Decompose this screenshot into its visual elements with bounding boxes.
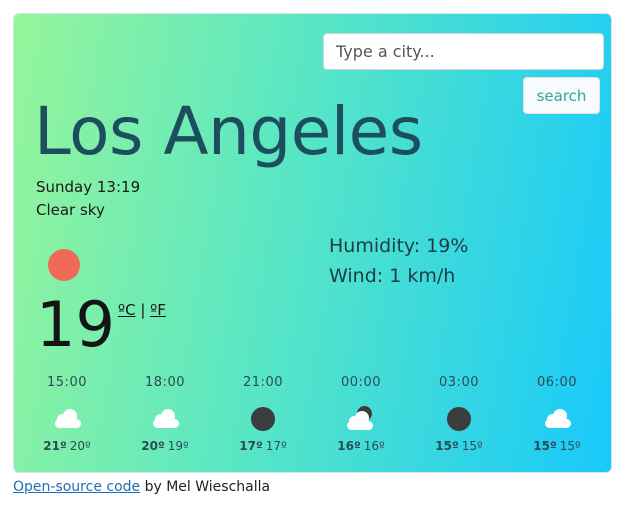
fahrenheit-link[interactable]: ºF: [150, 301, 166, 319]
forecast-item: 18:00 20º 19º: [116, 374, 214, 454]
cloud-icon: [537, 405, 577, 433]
current-temperature: 19: [36, 288, 115, 361]
forecast-max: 20º: [141, 439, 165, 453]
footer: Open-source code by Mel Wieschalla: [13, 479, 270, 495]
forecast-max: 15º: [533, 439, 557, 453]
search-button[interactable]: search: [523, 77, 600, 114]
unit-separator: |: [140, 301, 146, 319]
forecast-temps: 20º 19º: [116, 438, 214, 454]
forecast-min: 19º: [167, 439, 189, 453]
forecast: 15:00 21º 20º 18:00 20º 19º 21:00 17º 17º: [18, 374, 608, 464]
forecast-item: 06:00 15º 15º: [508, 374, 606, 454]
cloud-icon: [47, 405, 87, 433]
city-name: Los Angeles: [34, 93, 423, 170]
forecast-item: 15:00 21º 20º: [18, 374, 116, 454]
forecast-item: 21:00 17º 17º: [214, 374, 312, 454]
cloud-icon: [145, 405, 185, 433]
moon-icon: [439, 405, 479, 433]
forecast-max: 21º: [43, 439, 67, 453]
humidity: Humidity: 19%: [329, 235, 469, 257]
forecast-time: 18:00: [145, 375, 185, 390]
forecast-temps: 15º 15º: [410, 438, 508, 454]
forecast-min: 20º: [69, 439, 91, 453]
forecast-temps: 16º 16º: [312, 438, 410, 454]
forecast-time: 15:00: [47, 375, 87, 390]
forecast-min: 16º: [363, 439, 385, 453]
forecast-max: 15º: [435, 439, 459, 453]
weather-card: search Los Angeles Sunday 13:19 Clear sk…: [13, 13, 612, 473]
weather-description: Clear sky: [36, 201, 105, 219]
forecast-temps: 21º 20º: [18, 438, 116, 454]
date-time: Sunday 13:19: [36, 178, 141, 196]
forecast-temps: 15º 15º: [508, 438, 606, 454]
moon-icon: [243, 405, 283, 433]
forecast-min: 15º: [559, 439, 581, 453]
celsius-link[interactable]: ºC: [118, 301, 136, 319]
forecast-temps: 17º 17º: [214, 438, 312, 454]
forecast-time: 00:00: [341, 375, 381, 390]
forecast-item: 00:00 16º 16º: [312, 374, 410, 454]
forecast-min: 17º: [265, 439, 287, 453]
forecast-max: 17º: [239, 439, 263, 453]
unit-switcher: ºC | ºF: [118, 301, 166, 319]
forecast-min: 15º: [461, 439, 483, 453]
forecast-time: 06:00: [537, 375, 577, 390]
sun-icon: [48, 249, 80, 281]
wind: Wind: 1 km/h: [329, 265, 456, 287]
forecast-item: 03:00 15º 15º: [410, 374, 508, 454]
forecast-time: 03:00: [439, 375, 479, 390]
author-credit: by Mel Wieschalla: [140, 479, 271, 495]
moon-cloud-icon: [341, 405, 381, 433]
forecast-max: 16º: [337, 439, 361, 453]
forecast-time: 21:00: [243, 375, 283, 390]
city-search-input[interactable]: [323, 33, 604, 70]
source-code-link[interactable]: Open-source code: [13, 479, 140, 495]
